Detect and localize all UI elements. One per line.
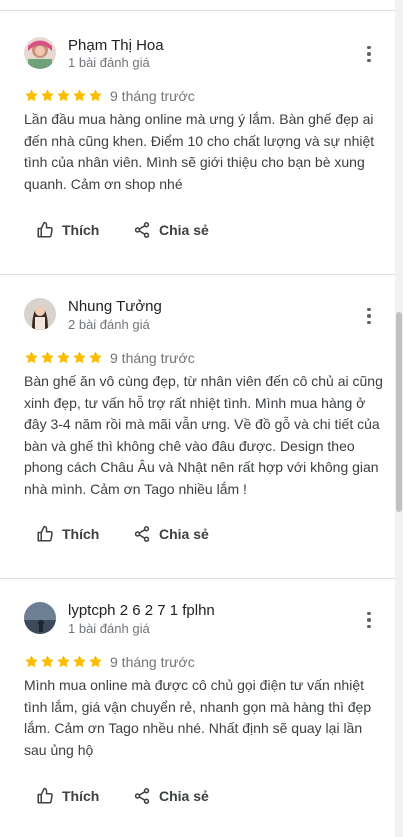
share-label: Chia sẻ xyxy=(159,222,209,238)
scrollbar-thumb[interactable] xyxy=(396,312,402,512)
star-icon xyxy=(41,351,54,364)
review-text: Lần đầu mua hàng online mà ưng ý lắm. Bà… xyxy=(24,109,374,195)
more-options-button[interactable] xyxy=(360,611,378,629)
review-time: 9 tháng trước xyxy=(110,88,195,104)
review-time: 9 tháng trước xyxy=(110,350,195,366)
share-button[interactable]: Chia sẻ xyxy=(133,787,209,805)
review-text: Mình mua online mà được cô chủ gọi điện … xyxy=(24,675,374,761)
review-time: 9 tháng trước xyxy=(110,654,195,670)
review-count: 1 bài đánh giá xyxy=(68,621,150,636)
review-text-line: xinh đẹp, tư vấn hỗ trợ rất nhiệt tình. … xyxy=(24,394,366,411)
star-rating xyxy=(24,350,103,365)
reviewer-name[interactable]: Nhung Tưởng xyxy=(68,298,162,315)
reviewer-avatar[interactable] xyxy=(24,37,56,69)
star-icon xyxy=(25,89,38,102)
more-vert-icon xyxy=(367,307,371,312)
more-vert-icon xyxy=(367,611,371,616)
reviewer-name[interactable]: lyptcph 2 6 2 7 1 fplhn xyxy=(68,602,215,619)
review-divider xyxy=(0,274,395,275)
review-text-line: quanh. Cảm ơn shop nhé xyxy=(24,175,183,192)
star-icon xyxy=(73,351,86,364)
star-icon xyxy=(89,351,102,364)
review-divider xyxy=(0,578,395,579)
star-rating xyxy=(24,654,103,669)
share-button[interactable]: Chia sẻ xyxy=(133,221,209,239)
star-icon xyxy=(57,89,70,102)
review-text: Bàn ghế ăn vô cùng đẹp, từ nhân viên đến… xyxy=(24,371,383,500)
review-count: 1 bài đánh giá xyxy=(68,55,150,70)
share-label: Chia sẻ xyxy=(159,788,209,804)
like-button[interactable]: Thích xyxy=(36,787,99,805)
star-icon xyxy=(73,655,86,668)
review-count: 2 bài đánh giá xyxy=(68,317,150,332)
share-icon xyxy=(134,526,150,542)
review-text-line: bàn và ghế thì không chê vào đâu được. D… xyxy=(24,437,355,454)
review-text-line: sau ủng hộ xyxy=(24,741,94,758)
like-button[interactable]: Thích xyxy=(36,221,99,239)
more-options-button[interactable] xyxy=(360,307,378,325)
share-icon xyxy=(134,788,150,804)
like-label: Thích xyxy=(62,526,100,542)
review-text-line: Bàn ghế ăn vô cùng đẹp, từ nhân viên đến… xyxy=(24,373,383,389)
like-label: Thích xyxy=(62,788,100,804)
star-icon xyxy=(25,351,38,364)
review-text-line: tình của nhân viên. Mình sẽ giới thiệu c… xyxy=(24,154,365,170)
star-icon xyxy=(57,351,70,364)
more-vert-icon xyxy=(367,45,371,50)
star-icon xyxy=(73,89,86,102)
thumb-up-icon xyxy=(37,221,53,238)
review-text-line: đây 3-4 năm rồi mà mãi vẫn ưng. Về đồ gỗ… xyxy=(24,416,380,432)
star-icon xyxy=(41,89,54,102)
star-icon xyxy=(41,655,54,668)
review-text-line: phong cách Châu Âu và Nhật nên rất hợp v… xyxy=(24,459,379,475)
top-divider xyxy=(0,10,395,11)
reviewer-avatar[interactable] xyxy=(24,602,56,634)
star-rating xyxy=(24,88,103,103)
thumb-up-icon xyxy=(37,525,53,542)
like-button[interactable]: Thích xyxy=(36,525,99,543)
star-icon xyxy=(89,655,102,668)
thumb-up-icon xyxy=(37,787,53,804)
share-button[interactable]: Chia sẻ xyxy=(133,525,209,543)
review-text-line: Lần đầu mua hàng online mà ưng ý lắm. Bà… xyxy=(24,111,374,127)
review-text-line: tình lắm, giá vận chuyển rẻ, nhanh gọn m… xyxy=(24,698,372,715)
review-text-line: đến nhà cũng khen. Điểm 10 cho chất lượn… xyxy=(24,132,375,149)
share-label: Chia sẻ xyxy=(159,526,209,542)
review-text-line: Mình mua online mà được cô chủ gọi điện … xyxy=(24,677,364,693)
reviewer-name[interactable]: Phạm Thị Hoa xyxy=(68,37,164,54)
star-icon xyxy=(57,655,70,668)
review-text-line: nhà mình. Cảm ơn Tago nhiều lắm ! xyxy=(24,480,247,497)
more-options-button[interactable] xyxy=(360,45,378,63)
like-label: Thích xyxy=(62,222,100,238)
star-icon xyxy=(25,655,38,668)
star-icon xyxy=(89,89,102,102)
review-text-line: lắm. Cảm ơn Tago nhều nhé. Nhất định sẽ … xyxy=(24,720,363,736)
reviewer-avatar[interactable] xyxy=(24,298,56,330)
share-icon xyxy=(134,222,150,238)
